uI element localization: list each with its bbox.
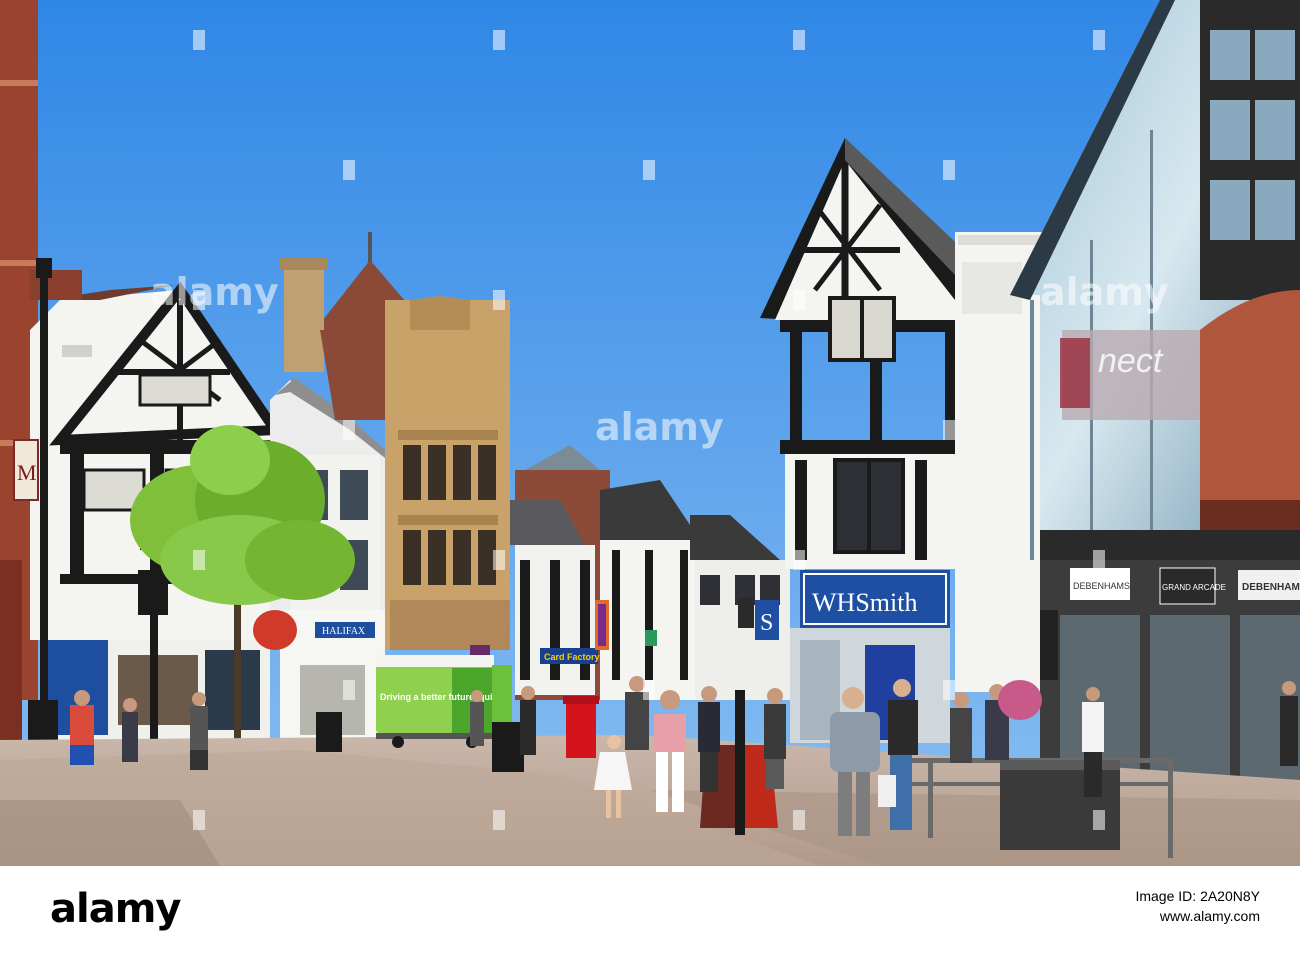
green-trailer: Driving a better future, quicker [376,655,512,748]
street-photograph: HALIFAX Card Factory WHSmith S nect DEBE… [0,0,1300,866]
alamy-logo-text: alamy [50,886,181,932]
image-id-label: Image ID: [1135,888,1197,904]
watermark-text: alamy [1040,270,1169,314]
debenhams-panel-sign: DEBENHAMS [1073,581,1130,591]
image-id-line: Image ID: 2A20N8Y [1135,886,1260,906]
card-factory-sign: Card Factory [544,652,600,662]
arcade-sign-letter: M [17,460,37,485]
svg-text:S: S [760,610,773,636]
stock-photo-footer: alamy Image ID: 2A20N8Y www.alamy.com [0,866,1300,956]
watermark-text: alamy [595,405,724,449]
grand-arcade-sign: GRAND ARCADE [1162,583,1226,592]
alamy-logo: alamy [50,886,182,932]
connect-glass-text: nect [1098,342,1164,380]
trailer-slogan: Driving a better future, quicker [380,692,512,702]
image-id-value: 2A20N8Y [1200,888,1260,904]
debenhams-sign: DEBENHAMS [1242,582,1300,593]
whsmith-sign: WHSmith [812,588,917,617]
watermark-text: alamy [150,270,279,314]
site-url: www.alamy.com [1159,908,1260,924]
halifax-sign: HALIFAX [322,626,366,637]
footer-meta: Image ID: 2A20N8Y www.alamy.com [1135,886,1260,926]
flower-planter [998,680,1042,720]
